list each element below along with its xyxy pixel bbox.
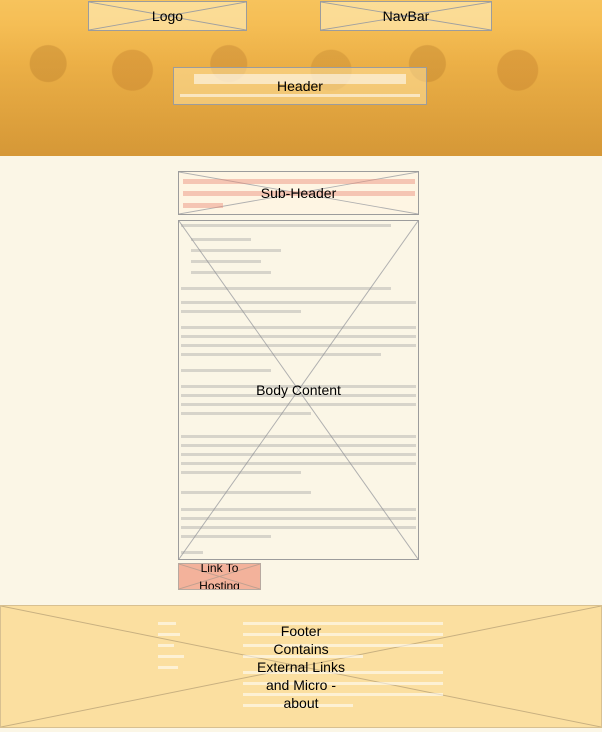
logo-label: Logo — [151, 8, 184, 24]
navbar-placeholder[interactable]: NavBar — [320, 1, 492, 31]
footer-placeholder: Footer Contains External Links and Micro… — [0, 605, 602, 728]
footer-label-line: Footer — [280, 622, 322, 639]
footer-label-line: about — [283, 694, 319, 711]
footer-label-line: External Links — [257, 658, 345, 675]
navbar-label: NavBar — [382, 8, 430, 24]
subheader-placeholder: Sub-Header — [178, 171, 419, 215]
subheader-label: Sub-Header — [260, 185, 337, 201]
hosting-link-label: Link To Hosting — [199, 563, 240, 590]
footer-label-line: and Micro - — [265, 676, 337, 693]
footer-label-line: Contains — [273, 640, 329, 657]
logo-placeholder[interactable]: Logo — [88, 1, 247, 31]
body-content-placeholder: Body Content — [178, 220, 419, 560]
header-label: Header — [277, 78, 323, 94]
footer-label: Footer Contains External Links and Micro… — [1, 622, 601, 712]
header-placeholder: Header — [173, 67, 427, 105]
hosting-link-button[interactable]: Link To Hosting — [178, 563, 261, 590]
body-content-label: Body Content — [256, 382, 341, 398]
